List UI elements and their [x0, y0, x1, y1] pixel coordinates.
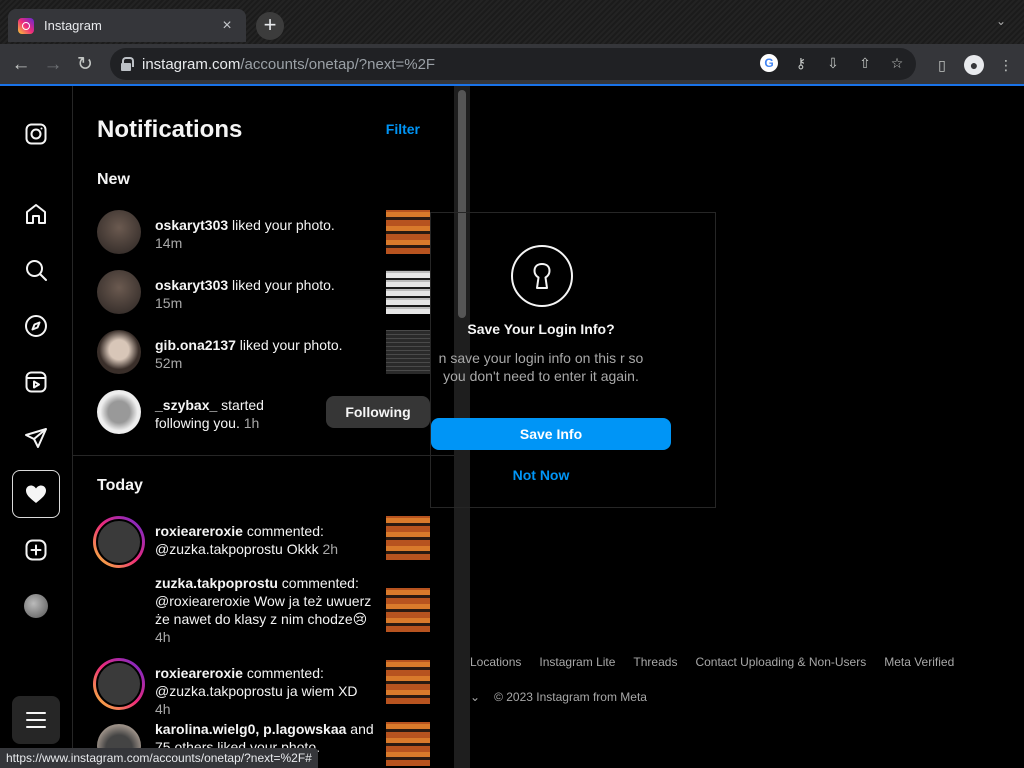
save-login-title: Save Your Login Info?: [467, 321, 615, 337]
share-icon[interactable]: ⇧: [856, 54, 874, 72]
forward-arrow-icon[interactable]: →: [40, 53, 66, 77]
instagram-page: Notifications Filter New oskaryt303 like…: [0, 86, 1024, 768]
footer-link[interactable]: Meta Verified: [884, 655, 954, 669]
language-chevron-icon[interactable]: ⌄: [470, 690, 480, 704]
notification-username[interactable]: oskaryt303: [155, 277, 228, 293]
tab-title: Instagram: [44, 18, 102, 33]
status-bar-url: https://www.instagram.com/accounts/oneta…: [0, 748, 318, 768]
notification-username[interactable]: _szybax_: [155, 397, 217, 413]
address-bar[interactable]: instagram.com /accounts/onetap/?next=%2F…: [110, 48, 916, 80]
section-divider: [73, 455, 454, 456]
reload-icon[interactable]: ↻: [72, 53, 98, 77]
left-navigation: [0, 86, 73, 768]
notification-username[interactable]: roxieareroxie: [155, 523, 243, 539]
notification-username[interactable]: gib.ona2137: [155, 337, 236, 353]
filter-button[interactable]: Filter: [386, 121, 420, 137]
tab-close-icon[interactable]: ×: [218, 17, 236, 35]
copyright-text: © 2023 Instagram from Meta: [494, 690, 647, 704]
notification-time: 15m: [155, 295, 183, 311]
notification-row[interactable]: roxieareroxie commented: @zuzka.takpopro…: [93, 516, 430, 568]
notification-time: 14m: [155, 235, 183, 251]
notification-action: liked your photo.: [235, 337, 343, 353]
user-avatar[interactable]: [97, 270, 141, 314]
url-host: instagram.com: [142, 55, 241, 73]
notification-username[interactable]: oskaryt303: [155, 217, 228, 233]
keyhole-icon: [511, 245, 573, 307]
more-menu-icon[interactable]: [12, 696, 60, 744]
post-thumbnail[interactable]: [386, 516, 430, 560]
post-thumbnail[interactable]: [386, 210, 430, 254]
notifications-title: Notifications: [97, 116, 243, 143]
notification-time: 52m: [155, 355, 183, 371]
browser-tab-instagram[interactable]: Instagram ×: [8, 9, 246, 42]
explore-compass-icon[interactable]: [12, 302, 60, 350]
instagram-logo-icon[interactable]: [12, 110, 60, 158]
notification-row[interactable]: roxieareroxie commented: @zuzka.takpopro…: [93, 658, 430, 717]
home-icon[interactable]: [12, 190, 60, 238]
footer-link[interactable]: Locations: [470, 655, 521, 669]
notification-time: 4h: [155, 629, 171, 645]
instagram-favicon-icon: [18, 17, 34, 34]
install-app-icon[interactable]: ⇩: [824, 54, 842, 72]
messages-paper-plane-icon[interactable]: [12, 414, 60, 462]
notification-action: liked your photo.: [228, 277, 335, 293]
notification-row[interactable]: gib.ona2137 liked your photo. 52m: [97, 330, 430, 376]
lock-icon[interactable]: [120, 57, 134, 71]
browser-tab-strip: Instagram × + ⌄: [0, 0, 1024, 44]
back-arrow-icon[interactable]: ←: [8, 53, 34, 77]
google-lens-icon[interactable]: G: [760, 54, 778, 72]
user-avatar[interactable]: [97, 330, 141, 374]
footer-link[interactable]: Instagram Lite: [539, 655, 615, 669]
user-avatar-story-ring[interactable]: [93, 658, 145, 710]
post-thumbnail[interactable]: [386, 270, 430, 314]
notifications-heart-icon[interactable]: [12, 470, 60, 518]
footer-links: Locations Instagram Lite Threads Contact…: [470, 655, 954, 669]
notification-username[interactable]: zuzka.takpoprostu: [155, 575, 278, 591]
save-info-button[interactable]: Save Info: [431, 418, 671, 450]
post-thumbnail[interactable]: [386, 588, 430, 632]
notifications-panel: Notifications Filter New oskaryt303 like…: [73, 86, 454, 768]
create-plus-icon[interactable]: [12, 526, 60, 574]
following-button[interactable]: Following: [326, 396, 430, 428]
save-login-card: Save Your Login Info? n save your login …: [430, 212, 716, 508]
user-avatar-story-ring[interactable]: [93, 516, 145, 568]
post-thumbnail[interactable]: [386, 722, 430, 766]
side-panel-icon[interactable]: ▯: [932, 55, 952, 75]
kebab-menu-icon[interactable]: ⋮: [996, 55, 1016, 75]
save-login-description: n save your login info on this r so you …: [438, 350, 644, 384]
tab-search-chevron-icon[interactable]: ⌄: [996, 14, 1010, 28]
notification-time: 2h: [322, 541, 339, 557]
notification-row[interactable]: zuzka.takpoprostu commented: @roxiearero…: [97, 574, 430, 646]
reels-icon[interactable]: [12, 358, 60, 406]
profile-avatar: [24, 594, 48, 618]
footer-copyright-row: ⌄ © 2023 Instagram from Meta: [470, 690, 647, 704]
notification-username[interactable]: karolina.wielg0, p.lagowskaa: [155, 721, 346, 737]
notification-username[interactable]: roxieareroxie: [155, 665, 243, 681]
post-thumbnail[interactable]: [386, 330, 430, 374]
browser-toolbar: ← → ↻ instagram.com /accounts/onetap/?ne…: [0, 44, 1024, 86]
key-icon[interactable]: ⚷: [792, 54, 810, 72]
not-now-button[interactable]: Not Now: [431, 467, 651, 483]
notification-action: liked your photo.: [228, 217, 335, 233]
section-today-heading: Today: [97, 477, 143, 494]
notification-row[interactable]: oskaryt303 liked your photo. 15m: [97, 270, 430, 316]
new-tab-button[interactable]: +: [256, 12, 284, 40]
search-icon[interactable]: [12, 246, 60, 294]
profile-avatar-icon[interactable]: ●: [964, 55, 984, 75]
notification-row[interactable]: oskaryt303 liked your photo. 14m: [97, 210, 430, 256]
post-thumbnail[interactable]: [386, 660, 430, 704]
footer-link[interactable]: Contact Uploading & Non-Users: [695, 655, 866, 669]
url-path: /accounts/onetap/?next=%2F: [240, 55, 436, 73]
bookmark-star-icon[interactable]: ☆: [888, 54, 906, 72]
user-avatar[interactable]: [97, 390, 141, 434]
user-avatar[interactable]: [97, 210, 141, 254]
profile-nav-item[interactable]: [12, 582, 60, 630]
notification-row[interactable]: _szybax_ started following you. 1h Follo…: [97, 390, 430, 436]
notification-time: 4h: [155, 701, 171, 717]
footer-link[interactable]: Threads: [633, 655, 677, 669]
notification-time: 1h: [243, 415, 260, 431]
section-new-heading: New: [97, 171, 130, 188]
